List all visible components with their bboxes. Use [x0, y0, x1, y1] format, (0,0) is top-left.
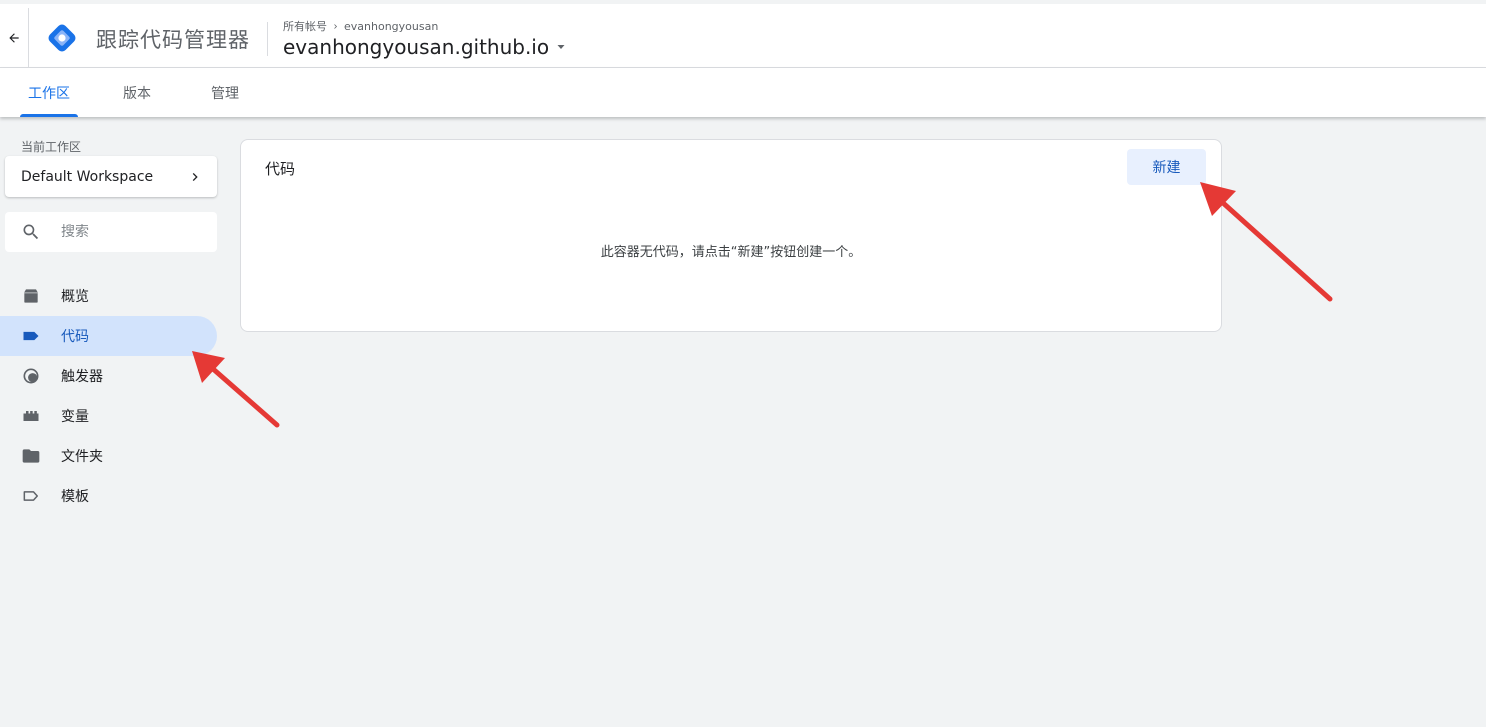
tab-workspace[interactable]: 工作区 — [20, 68, 78, 117]
search-input[interactable] — [61, 224, 211, 240]
sidebar-item-label: 代码 — [61, 329, 89, 345]
sidebar-item-label: 触发器 — [61, 369, 103, 385]
workspace-selector[interactable]: Default Workspace — [5, 156, 217, 197]
tags-card: 代码 新建 此容器无代码，请点击“新建”按钮创建一个。 — [240, 139, 1222, 332]
breadcrumb-parent[interactable]: 所有帐号 — [283, 18, 327, 34]
sidebar-item-variables[interactable]: 变量 — [0, 396, 217, 436]
chevron-right-icon — [334, 23, 337, 29]
product-name: 跟踪代码管理器 — [96, 28, 250, 52]
app-root: 跟踪代码管理器 所有帐号 evanhongyousan evanhongyous… — [0, 0, 1486, 727]
tab-versions[interactable]: 版本 — [112, 68, 162, 117]
folder-icon — [21, 446, 41, 466]
sidebar-item-tags[interactable]: 代码 — [0, 316, 217, 356]
current-workspace-label: 当前工作区 — [21, 140, 82, 154]
variables-icon — [21, 406, 41, 426]
dropdown-arrow-icon — [557, 45, 565, 49]
card-title: 代码 — [265, 160, 296, 178]
container-name: evanhongyousan.github.io — [283, 35, 550, 59]
template-icon — [21, 486, 41, 506]
header-divider — [267, 22, 268, 56]
breadcrumb[interactable]: 所有帐号 evanhongyousan — [283, 18, 438, 34]
sidebar-nav: 概览 代码 触发器 变量 文件夹 模板 — [0, 276, 217, 516]
top-app-bar: 跟踪代码管理器 所有帐号 evanhongyousan evanhongyous… — [0, 0, 1486, 71]
arrow-back-icon — [9, 33, 19, 43]
back-button[interactable] — [0, 8, 28, 68]
sidebar-item-label: 模板 — [61, 489, 89, 505]
sidebar-item-label: 文件夹 — [61, 449, 103, 465]
tab-label: 版本 — [123, 85, 151, 102]
tab-label: 管理 — [211, 85, 239, 102]
sidebar-item-triggers[interactable]: 触发器 — [0, 356, 217, 396]
sidebar-item-label: 概览 — [61, 289, 89, 305]
sidebar-item-templates[interactable]: 模板 — [0, 476, 217, 516]
search-icon — [23, 224, 39, 240]
empty-state-message: 此容器无代码，请点击“新建”按钮创建一个。 — [600, 245, 862, 260]
tab-admin[interactable]: 管理 — [200, 68, 250, 117]
chevron-right-icon — [192, 172, 198, 181]
header-divider — [28, 8, 29, 71]
new-tag-button[interactable]: 新建 — [1127, 149, 1206, 185]
workspace-name: Default Workspace — [21, 168, 154, 185]
sidebar-search[interactable] — [5, 212, 217, 252]
gtm-logo-icon — [48, 24, 76, 52]
container-selector[interactable]: evanhongyousan.github.io — [283, 35, 567, 59]
trigger-icon — [21, 366, 41, 386]
sidebar-item-overview[interactable]: 概览 — [0, 276, 217, 316]
overview-icon — [21, 286, 41, 306]
breadcrumb-account[interactable]: evanhongyousan — [344, 20, 438, 33]
tag-icon — [21, 326, 41, 346]
sidebar-item-folders[interactable]: 文件夹 — [0, 436, 217, 476]
tab-label: 工作区 — [28, 85, 70, 102]
sidebar-item-label: 变量 — [61, 409, 89, 425]
tab-bar: 工作区 版本 管理 — [0, 68, 1486, 117]
